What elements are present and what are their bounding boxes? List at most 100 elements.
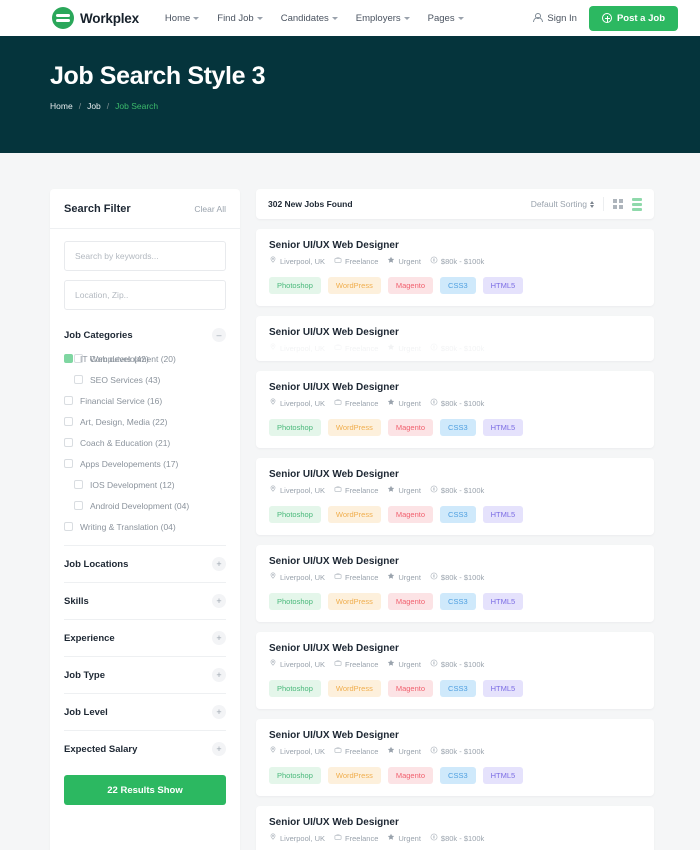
breadcrumb-item-job[interactable]: Job (87, 101, 101, 111)
checkbox-icon[interactable] (64, 417, 73, 426)
grid-view-icon[interactable] (613, 199, 623, 209)
filter-section-job-locations[interactable]: Job Locations + (64, 545, 226, 582)
job-tag[interactable]: WordPress (327, 767, 381, 784)
breadcrumb-item-home[interactable]: Home (50, 101, 73, 111)
category-row[interactable]: Coach & Education (21) (64, 432, 226, 453)
search-keywords-input[interactable] (64, 241, 226, 271)
job-tag[interactable]: WordPress (327, 593, 381, 610)
minus-icon[interactable]: – (212, 328, 226, 342)
category-row[interactable]: IOS Development (12) (64, 474, 226, 495)
job-card[interactable]: Senior UI/UX Web Designer Liverpool, UK Fr… (256, 371, 654, 448)
checkbox-icon[interactable] (64, 522, 73, 531)
job-tag[interactable]: CSS3 (440, 506, 476, 523)
job-card[interactable]: Senior UI/UX Web Designer Liverpool, UK Fr… (256, 719, 654, 796)
clear-all-button[interactable]: Clear All (194, 204, 226, 214)
job-categories-header[interactable]: Job Categories – (64, 328, 226, 342)
checkbox-icon[interactable] (74, 375, 83, 384)
job-tag[interactable]: Magento (387, 767, 434, 784)
checkbox-icon[interactable] (74, 480, 83, 489)
checkbox-icon[interactable] (64, 396, 73, 405)
plus-icon[interactable]: + (212, 742, 226, 756)
nav-item-find-job[interactable]: Find Job (217, 13, 263, 24)
checkbox-icon[interactable] (64, 354, 73, 363)
job-tag[interactable]: HTML5 (482, 419, 524, 436)
job-tag[interactable]: Photoshop (269, 593, 321, 610)
list-view-icon[interactable] (632, 197, 642, 211)
plus-icon[interactable]: + (212, 668, 226, 682)
job-tag[interactable]: CSS3 (440, 593, 476, 610)
job-card[interactable]: Senior UI/UX Web Designer Liverpool, UK Fr… (256, 632, 654, 709)
job-title[interactable]: Senior UI/UX Web Designer (269, 469, 641, 480)
nav-item-candidates[interactable]: Candidates (281, 13, 338, 24)
job-tag[interactable]: CSS3 (440, 680, 476, 697)
job-tag[interactable]: WordPress (327, 277, 381, 294)
job-tag[interactable]: Photoshop (269, 277, 321, 294)
post-a-job-button[interactable]: Post a Job (588, 5, 678, 31)
filter-section-expected-salary[interactable]: Expected Salary + (64, 730, 226, 767)
breadcrumb-separator: / (106, 101, 110, 111)
job-card[interactable]: Senior UI/UX Web Designer Liverpool, UK Fr… (256, 229, 654, 306)
nav-item-employers[interactable]: Employers (356, 13, 410, 24)
job-tag[interactable]: HTML5 (482, 593, 524, 610)
job-tag[interactable]: WordPress (327, 419, 381, 436)
job-meta-salary-label: $80k - $100k (440, 833, 485, 843)
filter-section-skills[interactable]: Skills + (64, 582, 226, 619)
job-tag[interactable]: Magento (387, 277, 434, 294)
briefcase-icon (334, 343, 342, 353)
nav-item-home[interactable]: Home (165, 13, 200, 24)
brand-logo[interactable]: Workplex (52, 7, 139, 29)
job-title[interactable]: Senior UI/UX Web Designer (269, 730, 641, 741)
job-tag[interactable]: CSS3 (440, 419, 476, 436)
sorting-dropdown[interactable]: Default Sorting (531, 199, 594, 209)
nav-item-pages[interactable]: Pages (428, 13, 464, 24)
filter-section-job-type[interactable]: Job Type + (64, 656, 226, 693)
job-tag[interactable]: Photoshop (269, 767, 321, 784)
job-tag[interactable]: Photoshop (269, 506, 321, 523)
job-title[interactable]: Senior UI/UX Web Designer (269, 817, 641, 828)
checkbox-icon[interactable] (64, 438, 73, 447)
job-tag[interactable]: Magento (387, 680, 434, 697)
job-tag[interactable]: Photoshop (269, 680, 321, 697)
plus-icon[interactable]: + (212, 631, 226, 645)
job-tag[interactable]: HTML5 (482, 506, 524, 523)
category-row[interactable]: Apps Developements (17) (64, 453, 226, 474)
job-tag[interactable]: HTML5 (482, 767, 524, 784)
job-title[interactable]: Senior UI/UX Web Designer (269, 382, 641, 393)
job-title[interactable]: Senior UI/UX Web Designer (269, 240, 641, 251)
filter-section-job-level[interactable]: Job Level + (64, 693, 226, 730)
job-title[interactable]: Senior UI/UX Web Designer (269, 556, 641, 567)
job-tag[interactable]: WordPress (327, 680, 381, 697)
job-tag[interactable]: HTML5 (482, 277, 524, 294)
job-tag[interactable]: Photoshop (269, 419, 321, 436)
filter-section-experience[interactable]: Experience + (64, 619, 226, 656)
category-row[interactable]: Art, Design, Media (22) (64, 411, 226, 432)
job-card[interactable]: Senior UI/UX Web Designer Liverpool, UK Fr… (256, 545, 654, 622)
plus-icon[interactable]: + (212, 557, 226, 571)
job-card[interactable]: Senior UI/UX Web Designer Liverpool, UK Fr… (256, 458, 654, 535)
category-row[interactable]: Writing & Translation (04) (64, 516, 226, 537)
category-row[interactable]: Android Development (04) (64, 495, 226, 516)
location-zip-input[interactable] (64, 280, 226, 310)
job-card[interactable]: Senior UI/UX Web Designer Liverpool, UK Fr… (256, 316, 654, 361)
checkbox-icon[interactable] (74, 501, 83, 510)
job-tag[interactable]: Magento (387, 593, 434, 610)
plus-icon[interactable]: + (212, 594, 226, 608)
job-tag[interactable]: CSS3 (440, 277, 476, 294)
job-card[interactable]: Senior UI/UX Web Designer Liverpool, UK Fr… (256, 806, 654, 850)
job-title[interactable]: Senior UI/UX Web Designer (269, 643, 641, 654)
category-row[interactable]: SEO Services (43) (64, 369, 226, 390)
breadcrumb-item-job-search[interactable]: Job Search (115, 101, 158, 111)
job-tag[interactable]: WordPress (327, 506, 381, 523)
job-tag[interactable]: CSS3 (440, 767, 476, 784)
plus-icon[interactable]: + (212, 705, 226, 719)
checkbox-icon[interactable] (64, 459, 73, 468)
sign-in-button[interactable]: Sign In (532, 13, 577, 24)
category-row[interactable]: Financial Service (16) (64, 390, 226, 411)
category-row[interactable]: IT Computers (42) (64, 348, 149, 369)
chevron-down-icon (193, 16, 200, 20)
job-tag[interactable]: HTML5 (482, 680, 524, 697)
job-tag[interactable]: Magento (387, 419, 434, 436)
job-tag[interactable]: Magento (387, 506, 434, 523)
job-title[interactable]: Senior UI/UX Web Designer (269, 327, 641, 338)
results-show-button[interactable]: 22 Results Show (64, 775, 226, 805)
